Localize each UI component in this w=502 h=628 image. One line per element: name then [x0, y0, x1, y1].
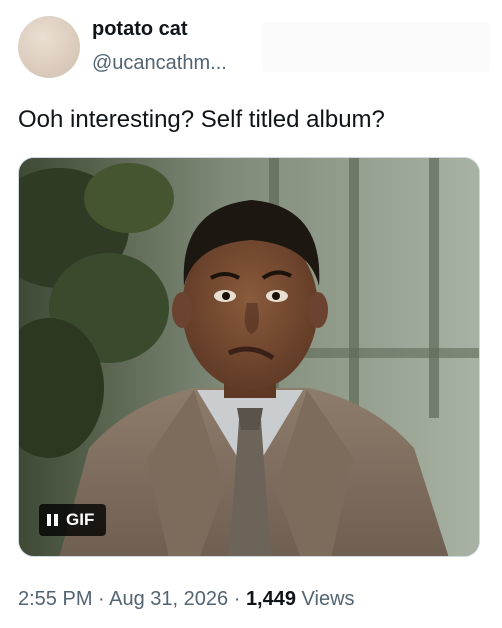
- tweet-date[interactable]: Aug 31, 2026: [109, 588, 228, 610]
- author-handle[interactable]: @ucancathm...: [92, 52, 227, 75]
- tweet-meta: 2:55 PM · Aug 31, 2026 · 1,449 Views: [18, 588, 355, 611]
- views-count: 1,449: [245, 588, 296, 610]
- avatar[interactable]: [18, 16, 80, 78]
- pause-icon: [47, 513, 58, 527]
- meta-separator: ·: [228, 588, 246, 610]
- gif-media[interactable]: GIF: [18, 157, 480, 557]
- meta-separator: ·: [92, 588, 110, 610]
- tweet-time[interactable]: 2:55 PM: [18, 588, 92, 610]
- gif-badge-label: GIF: [66, 510, 95, 529]
- gif-frame-illustration: [19, 158, 479, 556]
- tweet-text: Ooh interesting? Self titled album?: [18, 106, 385, 133]
- gif-playback-button[interactable]: GIF: [39, 504, 107, 536]
- author-display-name[interactable]: potato cat: [92, 18, 188, 41]
- tweet-card: potato cat @ucancathm... Ooh interesting…: [0, 0, 502, 628]
- redacted-area: [262, 22, 490, 72]
- views-label: Views: [296, 588, 355, 610]
